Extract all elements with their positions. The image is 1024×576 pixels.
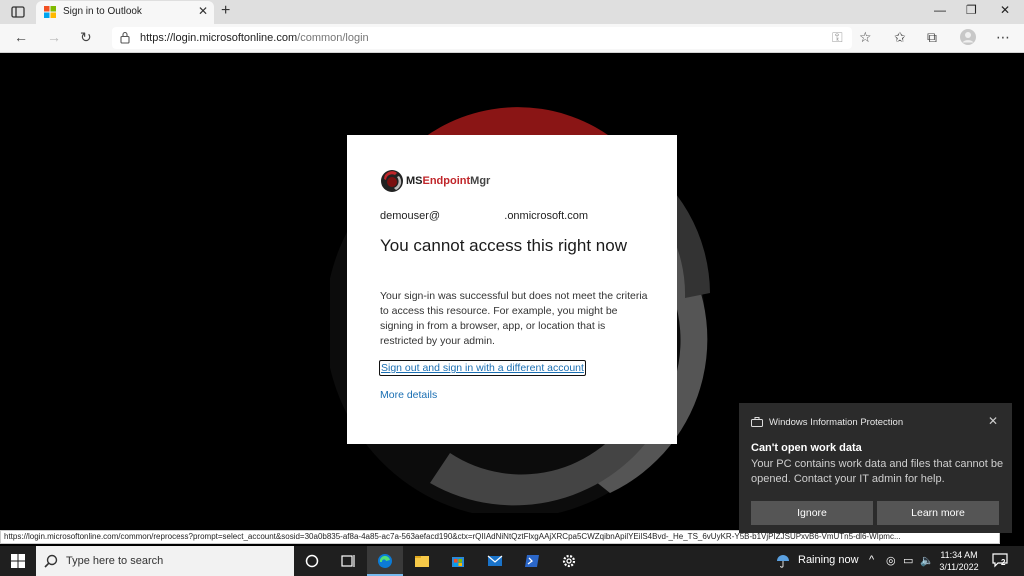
file-explorer-icon[interactable] [404,546,440,576]
briefcase-icon [751,417,763,427]
task-view-icon[interactable] [330,546,366,576]
error-description: Your sign-in was successful but does not… [380,290,648,347]
toast-body: Your PC contains work data and files tha… [751,458,1004,485]
more-details-link[interactable]: More details [380,389,437,401]
forward-icon[interactable]: → [47,29,61,45]
toast-close-icon[interactable]: ✕ [988,414,998,428]
refresh-icon[interactable]: ↻ [80,29,92,46]
settings-more-icon[interactable]: ⋯ [996,29,1010,46]
search-placeholder: Type here to search [66,555,164,567]
location-icon[interactable]: ◎ [886,554,896,567]
search-icon [44,554,58,568]
restore-icon[interactable]: ❐ [966,3,977,17]
notification-toast[interactable]: Windows Information Protection ✕ Can't o… [739,403,1012,533]
settings-gear-icon[interactable] [551,546,587,576]
clock[interactable]: 11:34 AM 3/11/2022 [932,549,986,573]
windows-start-icon[interactable] [11,554,25,568]
tab-actions-icon[interactable] [10,4,26,20]
sign-out-link[interactable]: Sign out and sign in with a different ac… [379,360,586,376]
tab-title: Sign in to Outlook [63,6,142,17]
powershell-icon[interactable] [514,546,550,576]
add-favorite-icon[interactable]: ☆ [859,29,872,46]
access-denied-dialog: MSEndpointMgr demouser@ .onmicrosoft.com… [347,135,677,444]
tab-close-icon[interactable]: ✕ [198,4,208,18]
lock-icon [120,31,130,44]
learn-more-button[interactable]: Learn more [877,501,999,525]
page-title: You cannot access this right now [380,236,627,255]
profile-avatar-icon[interactable] [960,29,976,45]
umbrella-weather-icon[interactable] [776,554,790,568]
back-icon[interactable]: ← [14,29,28,45]
close-window-icon[interactable]: ✕ [1000,3,1010,17]
show-hidden-icons-icon[interactable]: ^ [869,554,874,566]
mail-icon[interactable] [477,546,513,576]
weather-text[interactable]: Raining now [798,554,859,566]
notification-count-badge: 2 [1001,558,1006,567]
browser-tab-strip: Sign in to Outlook ✕ + — ❐ ✕ [0,0,1024,24]
user-email: demouser@ .onmicrosoft.com [380,210,589,222]
minimize-icon[interactable]: — [934,3,946,17]
clock-date: 3/11/2022 [939,562,979,572]
microsoft-logo-icon [44,6,56,18]
edge-icon[interactable] [367,546,403,576]
msendpointmgr-logo-icon [381,170,403,192]
favorites-icon[interactable]: ✩ [894,29,906,46]
taskbar-search[interactable]: Type here to search [36,546,294,576]
store-icon[interactable] [440,546,476,576]
network-icon[interactable]: ▭ [903,554,913,567]
taskbar: Type here to search Raining now ^ ◎ ▭ 🔈 … [0,546,1024,576]
key-icon[interactable]: ⚿ [832,29,843,46]
toast-title: Can't open work data [751,442,862,454]
url-text: https://login.microsoftonline.com/common… [140,32,369,44]
cortana-icon[interactable] [294,546,330,576]
clock-time: 11:34 AM [940,550,978,560]
toast-app-name: Windows Information Protection [769,417,904,428]
address-bar[interactable]: https://login.microsoftonline.com/common… [112,27,852,49]
new-tab-icon[interactable]: + [221,2,230,20]
brand-name: MSEndpointMgr [406,175,491,187]
notification-center-icon[interactable]: 2 [992,552,1008,568]
browser-toolbar: ← → ↻ https://login.microsoftonline.com/… [0,24,1024,53]
ignore-button[interactable]: Ignore [751,501,873,525]
collections-icon[interactable]: ⧉ [927,29,937,46]
browser-tab-outlook[interactable]: Sign in to Outlook ✕ [36,1,214,24]
